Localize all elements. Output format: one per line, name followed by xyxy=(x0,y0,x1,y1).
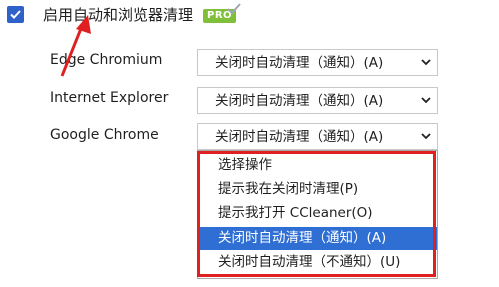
dropdown-option[interactable]: 关闭时自动清理（不通知）(U) xyxy=(198,251,437,274)
select-value: 关闭时自动清理（通知）(A) xyxy=(215,55,384,71)
edge-action-select[interactable]: 关闭时自动清理（通知）(A) xyxy=(197,49,438,76)
ie-action-select[interactable]: 关闭时自动清理（通知）(A) xyxy=(197,87,438,114)
dropdown-option[interactable]: 提示我打开 CCleaner(O) xyxy=(198,202,437,225)
chevron-down-icon xyxy=(421,59,431,66)
chrome-action-dropdown: 选择操作 提示我在关闭时清理(P) 提示我打开 CCleaner(O) 关闭时自… xyxy=(197,150,438,279)
browser-label-ie: Internet Explorer xyxy=(50,90,169,106)
chevron-down-icon xyxy=(421,133,431,140)
chevron-down-icon xyxy=(421,97,431,104)
select-value: 关闭时自动清理（通知）(A) xyxy=(215,93,384,109)
pro-checkmark-icon xyxy=(227,3,241,15)
dropdown-option[interactable]: 选择操作 xyxy=(198,154,437,177)
enable-cleaning-checkbox[interactable] xyxy=(7,6,24,23)
dropdown-option-highlighted[interactable]: 关闭时自动清理（通知）(A) xyxy=(198,227,437,250)
browser-label-chrome: Google Chrome xyxy=(50,127,159,143)
chrome-action-select[interactable]: 关闭时自动清理（通知）(A) xyxy=(197,123,438,150)
annotation-arrow-icon xyxy=(60,15,91,77)
checkmark-icon xyxy=(10,10,21,19)
select-value: 关闭时自动清理（通知）(A) xyxy=(215,129,384,145)
dropdown-option[interactable]: 提示我在关闭时清理(P) xyxy=(198,178,437,201)
